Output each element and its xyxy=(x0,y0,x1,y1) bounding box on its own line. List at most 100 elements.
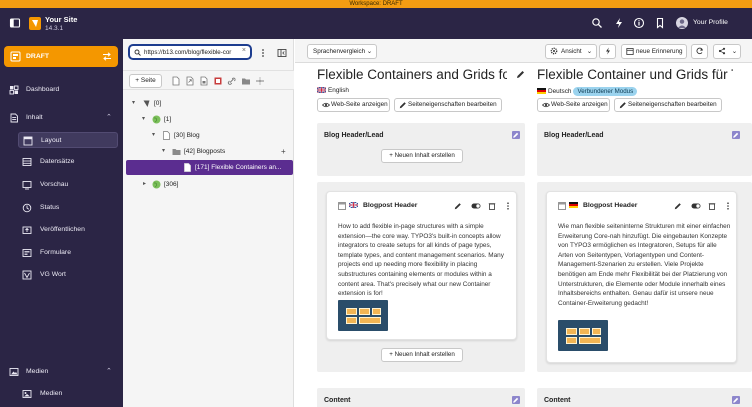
page-type-restricted-icon[interactable] xyxy=(213,76,223,86)
tree-node-blogposts[interactable]: ▾ [42] Blogposts + xyxy=(128,144,288,159)
bookmark-icon[interactable] xyxy=(654,17,666,29)
trash-icon[interactable] xyxy=(708,202,716,210)
page-type-standard-icon[interactable] xyxy=(171,76,181,86)
module-publish[interactable]: Veröffentlichen xyxy=(18,222,118,238)
tree-node-site[interactable]: ▾ [1] xyxy=(128,112,288,127)
grid-column-title-de: Blog Header/Lead xyxy=(544,132,604,139)
module-vg-wort-label: VG Wort xyxy=(40,271,66,278)
page-type-shortcut-icon[interactable] xyxy=(185,76,195,86)
new-content-label-posts-en: Neuen Inhalt erstellen xyxy=(394,351,455,358)
language-compare-select[interactable]: Sprachenvergleich ⌄ xyxy=(307,44,377,59)
module-vg-wort[interactable]: VG Wort xyxy=(18,267,118,283)
vg-wort-icon xyxy=(22,270,32,280)
flag-de-icon xyxy=(569,202,578,210)
tree-node-blog[interactable]: ▾ [30] Blog xyxy=(128,128,288,143)
tree-node-root-label: [0] xyxy=(154,100,162,107)
search-icon xyxy=(134,49,141,56)
tree-menu-icon[interactable] xyxy=(258,48,268,58)
search-icon[interactable] xyxy=(591,17,603,29)
new-page-button[interactable]: + Seite xyxy=(129,74,162,88)
expand-arrow-icon[interactable]: ▾ xyxy=(152,128,155,143)
new-reminder-label: neue Erinnerung xyxy=(636,48,683,55)
view-webpage-button-en[interactable]: Web-Seite anzeigen xyxy=(317,98,390,112)
page-type-folder-icon[interactable] xyxy=(241,76,251,86)
folder-icon xyxy=(172,147,181,156)
tree-search-input[interactable] xyxy=(144,47,242,58)
edit-page-properties-button-de[interactable]: Seiteneigenschaften bearbeiten xyxy=(614,98,722,112)
view-dropdown-button[interactable]: Ansicht ⌄ xyxy=(545,44,597,59)
module-group-media[interactable]: Medien ⌃ xyxy=(4,364,118,380)
new-content-button-posts-en[interactable]: + Neuen Inhalt erstellen xyxy=(381,348,463,362)
view-webpage-button-de[interactable]: Web-Seite anzeigen xyxy=(537,98,610,112)
page-type-mountpoint-icon[interactable] xyxy=(199,76,209,86)
module-preview[interactable]: Vorschau xyxy=(18,177,118,193)
pencil-icon[interactable] xyxy=(674,202,682,210)
page-type-link-icon[interactable] xyxy=(227,76,237,86)
content-element-card-de[interactable]: Blogpost Header Wie man flexible seiteni… xyxy=(546,191,737,363)
more-actions-icon[interactable] xyxy=(504,202,512,210)
flag-de-icon xyxy=(537,88,546,94)
module-media-label: Medien xyxy=(40,390,63,397)
toggle-visibility-icon[interactable] xyxy=(691,202,701,210)
content-image-thumbnail xyxy=(558,320,608,351)
module-group-content[interactable]: Inhalt ⌃ xyxy=(4,110,118,126)
refresh-button[interactable] xyxy=(691,44,708,59)
add-subpage-icon[interactable]: + xyxy=(281,144,286,159)
flash-icon[interactable] xyxy=(613,17,625,29)
sidebar-toggle-icon[interactable] xyxy=(9,17,21,29)
module-media[interactable]: Medien xyxy=(18,386,118,402)
language-name-de: Deutsch xyxy=(548,88,572,95)
content-group-icon xyxy=(9,113,19,123)
expand-arrow-icon[interactable]: ▾ xyxy=(162,144,165,159)
user-avatar-icon[interactable] xyxy=(676,17,688,29)
module-status[interactable]: Status xyxy=(18,200,118,216)
new-content-label-header-en: Neuen Inhalt erstellen xyxy=(394,152,455,159)
language-compare-label: Sprachenvergleich xyxy=(313,48,366,55)
module-records[interactable]: Datensätze xyxy=(18,154,118,170)
grid-column-content-title-de: Content xyxy=(544,397,571,404)
share-dropdown-button[interactable]: ⌄ xyxy=(713,44,741,59)
expand-arrow-icon[interactable]: ▾ xyxy=(132,96,135,111)
info-icon[interactable] xyxy=(633,17,645,29)
module-layout[interactable]: Layout xyxy=(18,132,118,148)
tree-node-selected[interactable]: [171] Flexible Containers an... xyxy=(126,160,293,175)
dashboard-icon xyxy=(9,85,19,95)
edit-column-icon[interactable] xyxy=(732,131,740,139)
new-content-button-header-en[interactable]: + Neuen Inhalt erstellen xyxy=(381,149,463,163)
tree-node-root[interactable]: ▾ [0] xyxy=(128,96,288,111)
toggle-visibility-icon[interactable] xyxy=(471,202,481,210)
grid-column-header-lead-de: Blog Header/Lead xyxy=(537,123,752,176)
content-type-icon xyxy=(338,202,346,210)
grid-column-posts-en: Blogpost Header How to add flexible in-p… xyxy=(317,182,525,372)
profile-link[interactable]: Your Profile xyxy=(693,19,728,26)
tree-node-other[interactable]: ▸ [306] xyxy=(128,177,288,192)
page-type-spacer-icon[interactable] xyxy=(255,76,265,86)
expand-arrow-icon[interactable]: ▾ xyxy=(142,112,145,127)
pencil-icon xyxy=(619,101,627,109)
new-reminder-button[interactable]: neue Erinnerung xyxy=(621,44,687,59)
tree-node-selected-label: [171] Flexible Containers an... xyxy=(195,164,282,171)
module-forms[interactable]: Formulare xyxy=(18,245,118,261)
flash-button[interactable] xyxy=(599,44,616,59)
more-actions-icon[interactable] xyxy=(724,202,732,210)
edit-page-properties-button-en[interactable]: Seiteneigenschaften bearbeiten xyxy=(394,98,502,112)
edit-column-icon[interactable] xyxy=(732,396,740,404)
module-group-media-label: Medien xyxy=(26,368,49,375)
module-dashboard-label: Dashboard xyxy=(26,86,60,93)
grid-column-header-lead-en: Blog Header/Lead + Neuen Inhalt erstelle… xyxy=(317,123,525,176)
tree-search[interactable]: × xyxy=(128,44,252,60)
pencil-icon[interactable] xyxy=(454,202,462,210)
collapsed-arrow-icon[interactable]: ▸ xyxy=(143,177,146,192)
new-page-label: Seite xyxy=(140,77,156,84)
publish-icon xyxy=(22,225,32,235)
workspace-selector-button[interactable]: DRAFT xyxy=(4,46,118,67)
clear-search-icon[interactable]: × xyxy=(242,47,246,54)
content-element-title-en: Blogpost Header xyxy=(363,202,418,209)
collapse-tree-icon[interactable] xyxy=(277,48,287,58)
grid-column-content-de: Content xyxy=(537,388,752,407)
content-element-card-en[interactable]: Blogpost Header How to add flexible in-p… xyxy=(326,191,517,340)
flag-uk-icon xyxy=(349,202,358,210)
chevron-down-icon: ⌄ xyxy=(731,48,737,55)
trash-icon[interactable] xyxy=(488,202,496,210)
module-dashboard[interactable]: Dashboard xyxy=(4,82,118,98)
